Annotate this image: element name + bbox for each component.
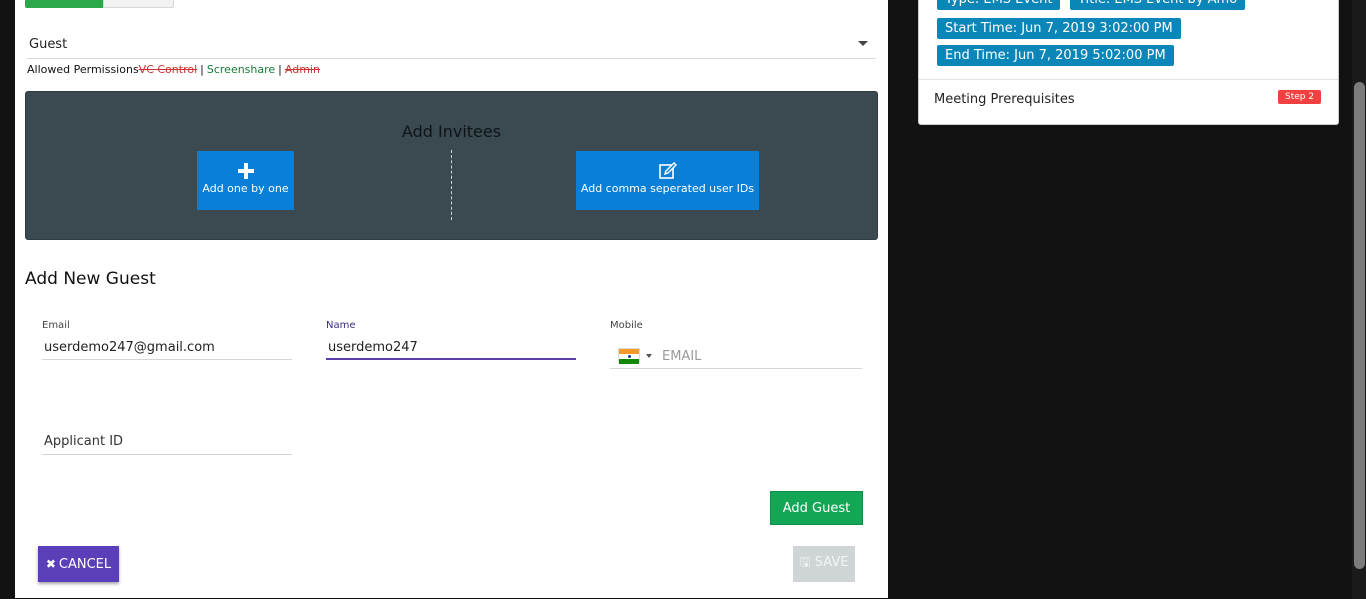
screen: Guest Allowed PermissionsVC Control | Scre… [0,0,1366,599]
add-invitees-title: Add Invitees [401,122,502,141]
india-flag-icon[interactable] [618,348,640,364]
add-new-guest-title: Add New Guest [25,269,156,289]
cancel-label: CANCEL [58,556,112,572]
save-button[interactable]: 🖫 SAVE [793,546,855,582]
event-info-card: Type: EMS Event Title: EMS Event by Amo … [918,0,1339,125]
meeting-prerequisites-item[interactable]: Meeting Prerequisites [934,92,1075,107]
permission-admin: Admin [284,63,320,76]
scrollbar-thumb[interactable] [1354,82,1365,569]
cancel-button[interactable]: ✖ CANCEL [38,546,119,582]
add-comma-separated-button[interactable]: Add comma seperated user IDs [576,151,759,210]
mobile-input[interactable]: EMAIL [662,349,701,364]
applicant-id-input[interactable] [42,428,292,455]
event-type-badge: Type: EMS Event [937,0,1061,10]
top-tabs [25,0,174,8]
name-label: Name [326,320,356,331]
card-divider [919,79,1338,80]
add-one-by-one-button[interactable]: Add one by one [197,151,294,210]
invite-divider [451,150,452,220]
permission-separator: | [278,63,282,76]
save-label: SAVE [814,555,849,570]
add-one-by-one-label: Add one by one [202,182,289,195]
add-invitees-panel: Add Invitees Add one by one Add comma se… [25,91,878,240]
role-select[interactable]: Guest [27,33,876,59]
mobile-input-row: EMAIL [610,336,862,369]
name-input[interactable] [326,336,576,360]
permission-screenshare: Screenshare [206,63,276,76]
end-time-badge: End Time: Jun 7, 2019 5:02:00 PM [937,45,1174,66]
allowed-permissions: Allowed PermissionsVC Control | Screenshar… [27,63,320,76]
permissions-label: Allowed Permissions [27,63,139,76]
country-dropdown-caret-icon[interactable] [646,354,652,358]
close-icon: ✖ [45,556,56,571]
permission-vc-control: VC Control [138,63,198,76]
step-badge: Step 2 [1278,90,1322,104]
add-comma-separated-label: Add comma seperated user IDs [580,182,755,195]
tab-inactive[interactable] [103,0,174,8]
edit-icon [658,162,677,179]
email-label: Email [42,320,70,331]
email-input[interactable] [42,336,292,360]
plus-icon [237,163,254,179]
floppy-disk-icon: 🖫 [799,555,811,570]
permission-separator: | [200,63,204,76]
role-select-value: Guest [29,37,68,52]
tab-active[interactable] [25,0,103,8]
event-title-badge: Title: EMS Event by Amo [1070,0,1246,10]
chevron-down-icon[interactable] [858,41,868,46]
invite-modal: Guest Allowed PermissionsVC Control | Scre… [15,0,888,598]
mobile-label: Mobile [610,320,643,331]
add-guest-button[interactable]: Add Guest [770,491,863,525]
start-time-badge: Start Time: Jun 7, 2019 3:02:00 PM [937,18,1181,39]
